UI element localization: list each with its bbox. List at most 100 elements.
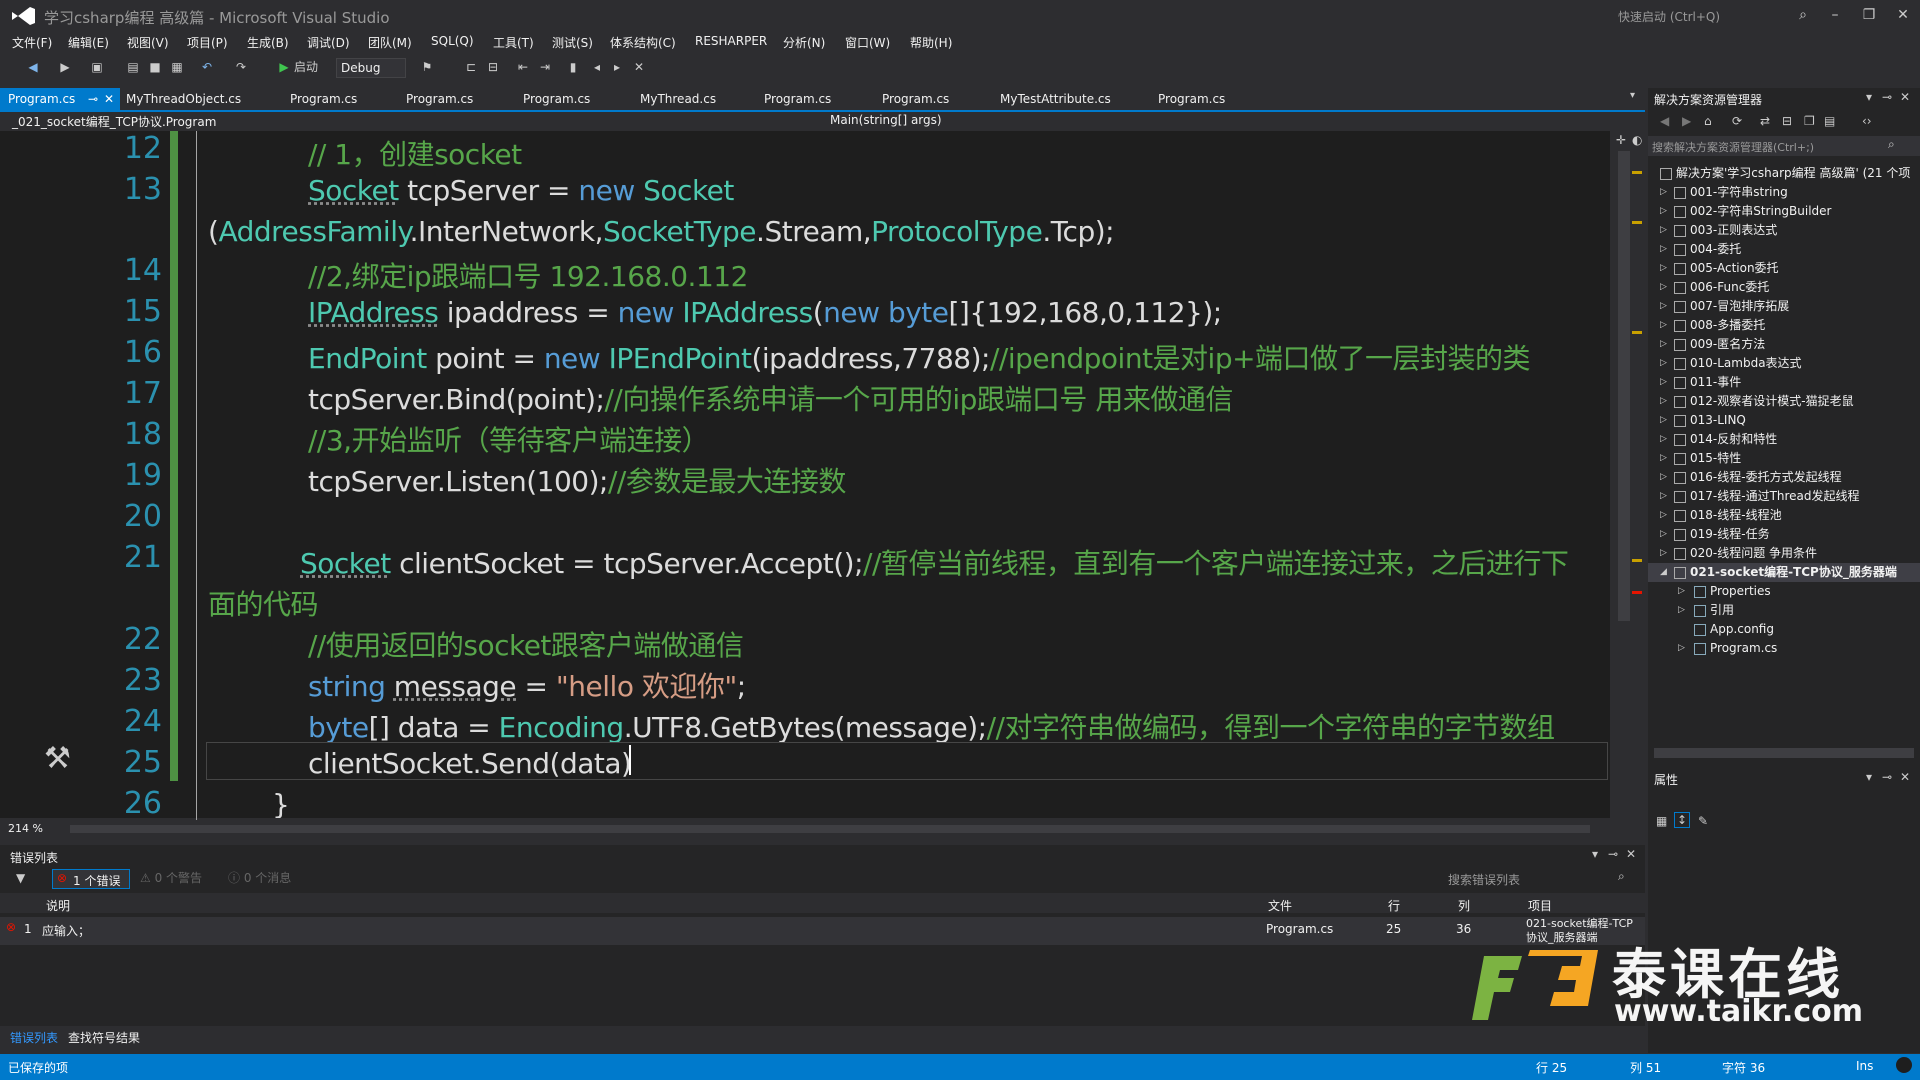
quick-launch-input[interactable]: 快速启动 (Ctrl+Q) <box>1618 8 1720 25</box>
solution-project-item[interactable]: ▷ 012-观察者设计模式-猫捉老鼠 <box>1648 392 1920 411</box>
filter-icon[interactable]: ▼ <box>16 871 25 885</box>
solution-project-item[interactable]: ▷ 015-特性 <box>1648 449 1920 468</box>
collapsed-arrow-icon[interactable]: ▷ <box>1660 411 1667 430</box>
home-icon[interactable]: ⌂ <box>1704 114 1712 128</box>
pin-icon[interactable]: ⊸ <box>1608 847 1618 861</box>
collapsed-arrow-icon[interactable]: ▷ <box>1678 601 1685 620</box>
clear-bookmarks-icon[interactable]: ✕ <box>630 58 648 76</box>
solution-project-item[interactable]: ▷ 005-Action委托 <box>1648 259 1920 278</box>
solution-project-item[interactable]: ▷ 014-反射和特性 <box>1648 430 1920 449</box>
member-dropdown[interactable]: Main(string[] args) <box>830 113 942 127</box>
collapse-icon[interactable]: ⊟ <box>1782 114 1792 128</box>
solution-project-item[interactable]: ▷ 010-Lambda表达式 <box>1648 354 1920 373</box>
horizontal-scrollbar[interactable] <box>70 825 1590 833</box>
tab-program-cs[interactable]: Program.cs <box>1150 88 1225 110</box>
menu-edit[interactable]: 编辑(E) <box>68 34 109 51</box>
pin-icon[interactable]: ⊸ <box>88 88 98 110</box>
column-line[interactable]: 行 <box>1388 897 1400 914</box>
collapsed-arrow-icon[interactable]: ▷ <box>1660 392 1667 411</box>
tab-mythread[interactable]: MyThread.cs <box>632 88 716 110</box>
menu-team[interactable]: 团队(M) <box>368 34 412 51</box>
collapsed-arrow-icon[interactable]: ▷ <box>1660 487 1667 506</box>
categorized-icon[interactable]: ▦ <box>1656 814 1667 828</box>
expanded-arrow-icon[interactable]: ◢ <box>1660 563 1667 582</box>
properties-icon[interactable]: ▤ <box>1824 114 1835 128</box>
undo-icon[interactable]: ↶ <box>198 58 216 76</box>
collapsed-arrow-icon[interactable]: ▷ <box>1660 430 1667 449</box>
warnings-filter-button[interactable]: ⚠ 0 个警告 <box>140 869 202 887</box>
prev-bookmark-icon[interactable]: ◂ <box>588 58 606 76</box>
menu-window[interactable]: 窗口(W) <box>845 34 890 51</box>
error-search-input[interactable]: 搜索错误列表 <box>1448 871 1520 888</box>
solution-project-item[interactable]: ▷ 017-线程-通过Thread发起线程 <box>1648 487 1920 506</box>
open-file-icon[interactable]: ▤ <box>124 58 142 76</box>
format-icon[interactable]: ⊟ <box>484 58 502 76</box>
dropdown-icon[interactable]: ▾ <box>1592 847 1598 861</box>
search-icon[interactable]: ⌕ <box>1790 4 1816 26</box>
editor-scrollbar[interactable]: ✛ ◐ <box>1610 131 1644 818</box>
menu-analyze[interactable]: 分析(N) <box>783 34 825 51</box>
dropdown-icon[interactable]: ▾ <box>1866 90 1872 104</box>
tab-mytestattribute[interactable]: MyTestAttribute.cs <box>992 88 1111 110</box>
solution-root[interactable]: 解决方案'学习csharp编程 高级篇' (21 个项 <box>1648 164 1920 183</box>
scroll-map-icon[interactable]: ◐ <box>1632 133 1642 147</box>
collapsed-arrow-icon[interactable]: ▷ <box>1660 335 1667 354</box>
tab-program-cs[interactable]: Program.cs <box>756 88 831 110</box>
menu-file[interactable]: 文件(F) <box>12 34 52 51</box>
menu-tools[interactable]: 工具(T) <box>493 34 534 51</box>
solution-project-item[interactable]: ▷ 008-多播委托 <box>1648 316 1920 335</box>
project-child-item[interactable]: App.config <box>1648 620 1920 639</box>
collapsed-arrow-icon[interactable]: ▷ <box>1660 202 1667 221</box>
solution-project-item[interactable]: ▷ 002-字符串StringBuilder <box>1648 202 1920 221</box>
collapsed-arrow-icon[interactable]: ▷ <box>1660 506 1667 525</box>
tab-program-cs-active[interactable]: Program.cs ⊸ ✕ <box>0 88 120 110</box>
start-button[interactable]: 启动 <box>294 58 330 76</box>
menu-resharper[interactable]: RESHARPER <box>695 34 767 48</box>
solution-project-item[interactable]: ▷ 013-LINQ <box>1648 411 1920 430</box>
collapsed-arrow-icon[interactable]: ▷ <box>1660 221 1667 240</box>
column-description[interactable]: 说明 <box>46 897 70 914</box>
horizontal-scrollbar[interactable] <box>1654 748 1914 758</box>
solution-project-item[interactable]: ▷ 011-事件 <box>1648 373 1920 392</box>
solution-project-item[interactable]: ▷ 016-线程-委托方式发起线程 <box>1648 468 1920 487</box>
table-row[interactable]: ⊗ 1 应输入； Program.cs 25 36 021-socket编程-T… <box>0 917 1645 945</box>
tab-find-symbol-results[interactable]: 查找符号结果 <box>68 1029 140 1046</box>
project-child-item[interactable]: ▷ 引用 <box>1648 601 1920 620</box>
tab-program-cs[interactable]: Program.cs <box>398 88 473 110</box>
save-all-icon[interactable]: ▦ <box>168 58 186 76</box>
pin-icon[interactable]: ⊸ <box>1882 90 1892 104</box>
collapsed-arrow-icon[interactable]: ▷ <box>1678 582 1685 601</box>
collapsed-arrow-icon[interactable]: ▷ <box>1660 240 1667 259</box>
close-icon[interactable]: ✕ <box>1900 770 1910 784</box>
comment-icon[interactable]: ⇤ <box>514 58 532 76</box>
menu-project[interactable]: 项目(P) <box>187 34 228 51</box>
collapsed-arrow-icon[interactable]: ▷ <box>1660 316 1667 335</box>
tab-mythreadobject[interactable]: MyThreadObject.cs <box>118 88 241 110</box>
zoom-select[interactable]: 214 % <box>8 822 43 835</box>
tab-program-cs[interactable]: Program.cs <box>874 88 949 110</box>
solution-project-item[interactable]: ▷ 009-匿名方法 <box>1648 335 1920 354</box>
next-bookmark-icon[interactable]: ▸ <box>608 58 626 76</box>
column-col[interactable]: 列 <box>1458 897 1470 914</box>
messages-filter-button[interactable]: ⓘ 0 个消息 <box>228 869 291 887</box>
refresh-icon[interactable]: ⇄ <box>1760 114 1770 128</box>
menu-architecture[interactable]: 体系结构(C) <box>610 34 676 51</box>
start-icon[interactable]: ▶ <box>276 58 292 76</box>
tab-error-list[interactable]: 错误列表 <box>10 1029 58 1046</box>
wrench-icon[interactable]: ✎ <box>1698 814 1708 828</box>
code-editor[interactable]: ⚒ 12 13 14 15 16 17 18 19 20 21 22 23 24… <box>0 131 1610 818</box>
search-box[interactable]: 搜索解决方案资源管理器(Ctrl+;) ⌕ <box>1648 136 1920 156</box>
collapsed-arrow-icon[interactable]: ▷ <box>1660 468 1667 487</box>
dropdown-icon[interactable]: ▾ <box>1866 770 1872 784</box>
scrollbar-thumb[interactable] <box>1618 151 1630 621</box>
menu-debug[interactable]: 调试(D) <box>307 34 350 51</box>
collapsed-arrow-icon[interactable]: ▷ <box>1660 278 1667 297</box>
column-file[interactable]: 文件 <box>1268 897 1292 914</box>
tab-program-cs[interactable]: Program.cs <box>515 88 590 110</box>
collapsed-arrow-icon[interactable]: ▷ <box>1660 544 1667 563</box>
collapsed-arrow-icon[interactable]: ▷ <box>1660 259 1667 278</box>
uncomment-icon[interactable]: ⇥ <box>536 58 554 76</box>
save-icon[interactable]: ■ <box>146 58 164 76</box>
minimize-button[interactable]: – <box>1822 4 1848 26</box>
redo-icon[interactable]: ↷ <box>232 58 250 76</box>
